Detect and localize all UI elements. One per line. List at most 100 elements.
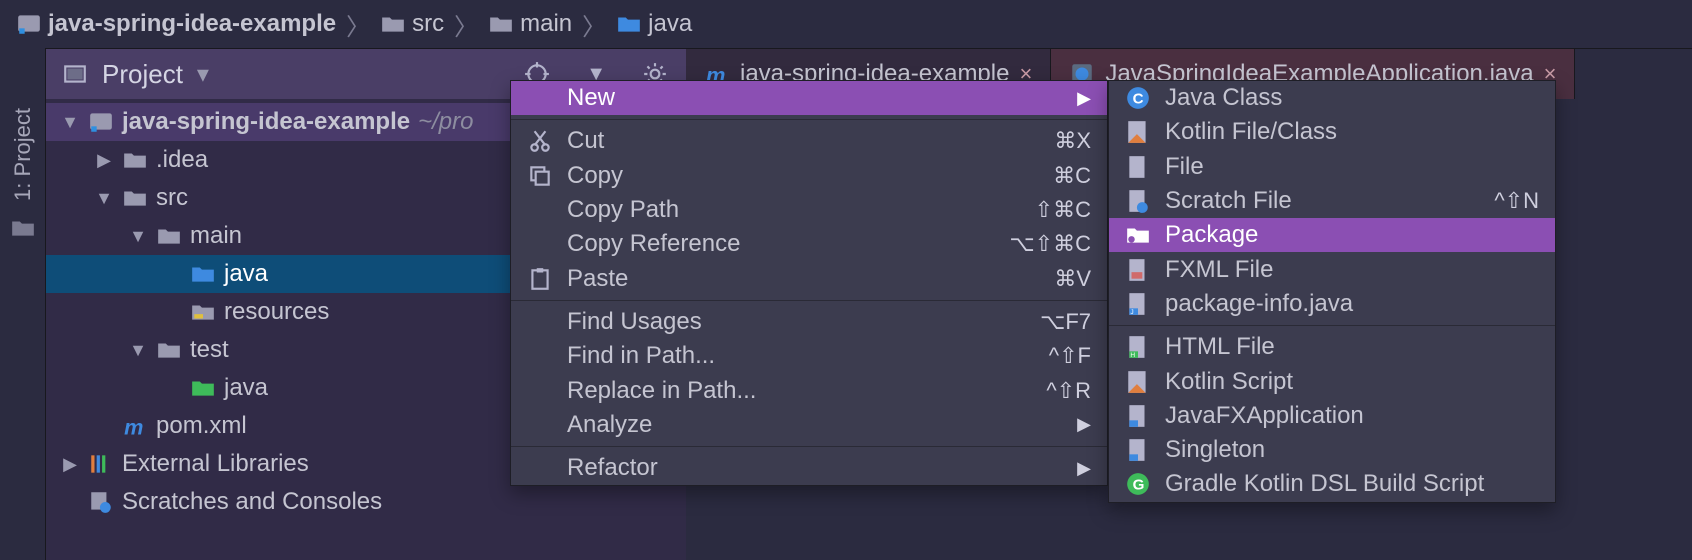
submenu-item-package-info[interactable]: J package-info.java [1109, 287, 1555, 321]
tree-label: src [156, 184, 188, 212]
menu-item-find-usages[interactable]: Find Usages ⌥F7 [511, 305, 1107, 339]
menu-item-analyze[interactable]: Analyze ▶ [511, 408, 1107, 442]
folder-icon [156, 337, 182, 363]
breadcrumb-item-src[interactable]: src [374, 8, 450, 40]
chevron-down-icon: ▼ [94, 188, 114, 209]
shortcut: ⌥F7 [1040, 309, 1091, 335]
submenu-item-file[interactable]: File [1109, 150, 1555, 184]
fxml-icon [1125, 257, 1151, 283]
tree-label: java [224, 260, 268, 288]
submenu-item-javafx[interactable]: JavaFXApplication [1109, 399, 1555, 433]
menu-label: Cut [567, 127, 1040, 155]
menu-item-copy[interactable]: Copy ⌘C [511, 159, 1107, 193]
breadcrumb-item-main[interactable]: main [482, 8, 578, 40]
breadcrumb-item-java[interactable]: java [610, 8, 698, 40]
html-icon: H [1125, 334, 1151, 360]
chevron-down-icon: ▼ [128, 226, 148, 247]
project-icon [16, 11, 42, 37]
tree-label: External Libraries [122, 450, 309, 478]
menu-item-replace-in-path[interactable]: Replace in Path... ^⇧R [511, 373, 1107, 407]
shortcut: ^⇧F [1049, 343, 1091, 369]
java-file-icon [1125, 403, 1151, 429]
tree-label: test [190, 336, 229, 364]
submenu-item-java-class[interactable]: C Java Class [1109, 81, 1555, 115]
source-folder-icon [616, 11, 642, 37]
project-view-icon [62, 61, 88, 87]
menu-label: File [1165, 153, 1539, 181]
menu-label: HTML File [1165, 333, 1539, 361]
java-class-icon: C [1125, 85, 1151, 111]
chevron-down-icon[interactable]: ▾ [197, 60, 209, 89]
tree-label: resources [224, 298, 329, 326]
separator [511, 119, 1107, 120]
menu-label: Analyze [567, 411, 1063, 439]
shortcut: ⌘V [1054, 266, 1091, 292]
chevron-down-icon: ▼ [60, 112, 80, 133]
spacer: ▶ [60, 492, 80, 513]
menu-item-find-in-path[interactable]: Find in Path... ^⇧F [511, 339, 1107, 373]
menu-item-paste[interactable]: Paste ⌘V [511, 261, 1107, 295]
menu-item-cut[interactable]: Cut ⌘X [511, 124, 1107, 158]
new-submenu: C Java Class Kotlin File/Class File Scra… [1108, 80, 1556, 503]
libraries-icon [88, 451, 114, 477]
tree-label: Scratches and Consoles [122, 488, 382, 516]
submenu-item-html[interactable]: H HTML File [1109, 330, 1555, 364]
menu-label: Java Class [1165, 84, 1539, 112]
tree-label: java-spring-idea-example [122, 108, 410, 136]
java-file-icon: J [1125, 291, 1151, 317]
menu-label: Copy Reference [567, 230, 995, 258]
menu-label: Scratch File [1165, 187, 1480, 215]
breadcrumb-label: java-spring-idea-example [48, 10, 336, 38]
kotlin-file-icon [1125, 119, 1151, 145]
svg-text:H: H [1130, 352, 1135, 359]
submenu-item-package[interactable]: Package [1109, 218, 1555, 252]
menu-label: JavaFXApplication [1165, 402, 1539, 430]
menu-item-new[interactable]: New ▶ [511, 81, 1107, 115]
menu-item-refactor[interactable]: Refactor ▶ [511, 451, 1107, 485]
menu-label: Gradle Kotlin DSL Build Script [1165, 470, 1539, 498]
submenu-item-fxml[interactable]: FXML File [1109, 252, 1555, 286]
menu-label: package-info.java [1165, 290, 1539, 318]
spacer: ▶ [162, 264, 182, 285]
chevron-down-icon: ▼ [128, 340, 148, 361]
side-tool-bar: 1: Project [0, 48, 46, 560]
submenu-item-kotlin-file[interactable]: Kotlin File/Class [1109, 115, 1555, 149]
copy-icon [527, 163, 553, 189]
menu-label: Copy [567, 162, 1039, 190]
svg-text:G: G [1133, 477, 1145, 494]
shortcut: ⌘C [1053, 163, 1091, 189]
menu-item-copy-path[interactable]: Copy Path ⇧⌘C [511, 193, 1107, 227]
menu-label: Find in Path... [567, 342, 1035, 370]
submenu-item-gradle-kotlin[interactable]: G Gradle Kotlin DSL Build Script [1109, 467, 1555, 501]
spacer: ▶ [162, 378, 182, 399]
chevron-right-icon: ▶ [1077, 88, 1091, 109]
breadcrumb: java-spring-idea-example 〉 src 〉 main 〉 … [0, 0, 1692, 48]
shortcut: ⌥⇧⌘C [1009, 231, 1091, 257]
project-icon [88, 109, 114, 135]
svg-text:m: m [124, 415, 143, 439]
breadcrumb-label: java [648, 10, 692, 38]
submenu-item-singleton[interactable]: Singleton [1109, 433, 1555, 467]
menu-label: FXML File [1165, 256, 1539, 284]
tree-label: main [190, 222, 242, 250]
scratch-file-icon [1125, 188, 1151, 214]
tree-path-hint: ~/pro [418, 108, 473, 136]
file-icon [1125, 154, 1151, 180]
cut-icon [527, 128, 553, 154]
breadcrumb-item-project[interactable]: java-spring-idea-example [10, 8, 342, 40]
chevron-right-icon: 〉 [452, 7, 480, 42]
project-tool-tab[interactable]: 1: Project [10, 108, 36, 201]
menu-item-copy-reference[interactable]: Copy Reference ⌥⇧⌘C [511, 227, 1107, 261]
shortcut: ⇧⌘C [1035, 197, 1091, 223]
chevron-right-icon: ▶ [60, 454, 80, 475]
folder-icon [380, 11, 406, 37]
submenu-item-kotlin-script[interactable]: Kotlin Script [1109, 364, 1555, 398]
gradle-icon: G [1125, 471, 1151, 497]
tree-item-scratches[interactable]: ▶ Scratches and Consoles [46, 483, 686, 521]
project-panel-title[interactable]: Project [102, 59, 183, 90]
menu-label: Copy Path [567, 196, 1021, 224]
chevron-right-icon: 〉 [580, 7, 608, 42]
menu-label: Refactor [567, 454, 1063, 482]
menu-label: Package [1165, 221, 1539, 249]
submenu-item-scratch-file[interactable]: Scratch File ^⇧N [1109, 184, 1555, 218]
